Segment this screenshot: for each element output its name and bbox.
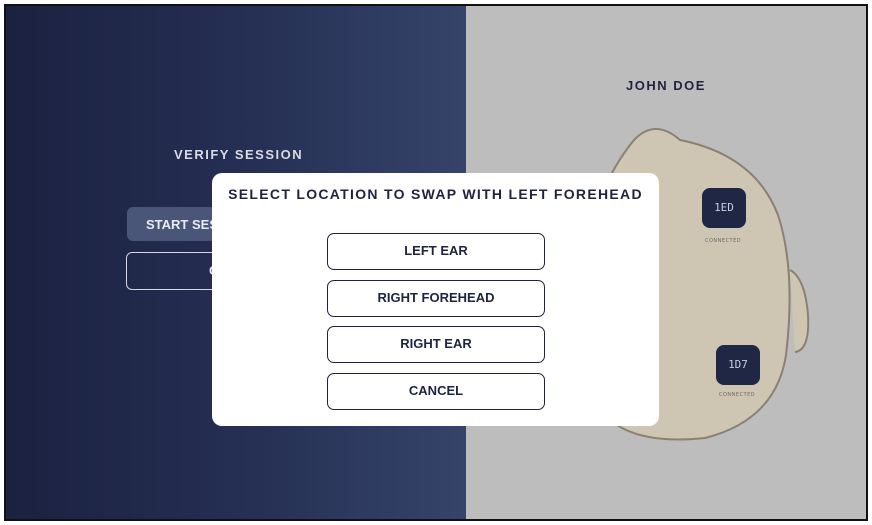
- sensor-1ed-status: CONNECTED: [705, 238, 742, 244]
- verify-session-title: VERIFY SESSION: [174, 147, 304, 162]
- cancel-button[interactable]: CANCEL: [327, 373, 545, 410]
- patient-name: JOHN DOE: [626, 78, 706, 93]
- sensor-1d7-status: CONNECTED: [719, 392, 756, 398]
- swap-location-dialog: SELECT LOCATION TO SWAP WITH LEFT FOREHE…: [212, 173, 659, 426]
- left-ear-button[interactable]: LEFT EAR: [327, 233, 545, 270]
- right-ear-button[interactable]: RIGHT EAR: [327, 326, 545, 363]
- dialog-title: SELECT LOCATION TO SWAP WITH LEFT FOREHE…: [228, 186, 643, 202]
- right-forehead-button[interactable]: RIGHT FOREHEAD: [327, 280, 545, 317]
- right-ear-shape: [789, 269, 810, 353]
- sensor-chip-1ed[interactable]: 1ED: [702, 188, 746, 228]
- sensor-chip-1d7[interactable]: 1D7: [716, 345, 760, 385]
